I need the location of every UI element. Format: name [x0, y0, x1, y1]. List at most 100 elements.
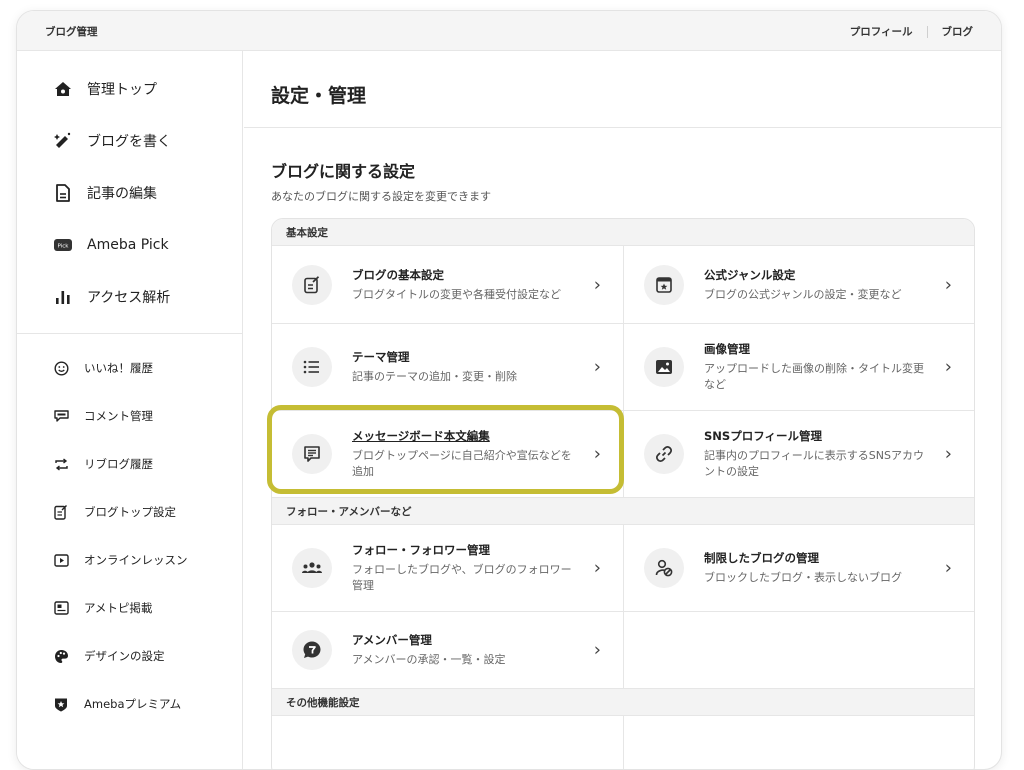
palette-icon — [53, 648, 69, 664]
sidebar-item-label: Ameba Pick — [87, 237, 169, 253]
sidebar-item-write[interactable]: ブログを書く — [17, 115, 242, 167]
card-title: 制限したブログの管理 — [704, 551, 819, 566]
reblog-icon — [53, 456, 69, 472]
top-links: プロフィール ブログ — [850, 24, 973, 39]
settings-row: ブログの基本設定 ブログタイトルの変更や各種受付設定など › 公式ジャンル設定 … — [272, 246, 974, 324]
sidebar-item-label: デザインの設定 — [84, 649, 165, 663]
sidebar-item-label: 管理トップ — [87, 82, 157, 98]
sidebar-item-edit-articles[interactable]: 記事の編集 — [17, 167, 242, 219]
sidebar-item-analytics[interactable]: アクセス解析 — [17, 271, 242, 323]
empty-cell — [623, 612, 974, 688]
chevron-right-icon: › — [593, 557, 601, 579]
sidebar-item-reblog[interactable]: リブログ履歴 — [17, 440, 242, 488]
sidebar-item-label: ブログを書く — [87, 134, 171, 150]
link-icon — [644, 434, 684, 474]
svg-text:Pick: Pick — [58, 244, 70, 250]
link-separator — [926, 25, 928, 38]
card-text: ブログの基本設定 ブログタイトルの変更や各種受付設定など — [352, 267, 582, 303]
card-title: ブログの基本設定 — [352, 267, 444, 282]
list-icon — [292, 347, 332, 387]
pick-badge-icon: Pick — [53, 235, 73, 255]
settings-row: フォロー・フォロワー管理 フォローしたブログや、ブログのフォロワー管理 › 制限… — [272, 525, 974, 612]
blog-link[interactable]: ブログ — [942, 24, 974, 39]
people-group-icon — [292, 548, 332, 588]
card-amember-management[interactable]: アメンバー管理 アメンバーの承認・一覧・設定 › — [272, 612, 623, 688]
sidebar-item-likes[interactable]: いいね！履歴 — [17, 344, 242, 392]
card-description: フォローしたブログや、ブログのフォロワー管理 — [352, 563, 572, 592]
card-restricted-blogs[interactable]: 制限したブログの管理 ブロックしたブログ・表示しないブログ › — [623, 525, 974, 611]
card-image-management[interactable]: 画像管理 アップロードした画像の削除・タイトル変更など › — [623, 324, 974, 410]
chevron-right-icon: › — [593, 274, 601, 295]
premium-shield-icon — [53, 696, 69, 712]
sidebar-divider — [17, 333, 242, 334]
card-text: 制限したブログの管理 ブロックしたブログ・表示しないブログ — [704, 550, 934, 586]
card-title: アメンバー管理 — [352, 633, 432, 648]
magic-pen-icon — [53, 131, 73, 151]
video-icon — [53, 552, 69, 568]
newspaper-icon — [53, 600, 69, 616]
sidebar-main-nav: 管理トップ ブログを書く 記事の編集 Pick Ameba Pick アクセス解… — [17, 51, 242, 323]
sidebar-item-label: 記事の編集 — [87, 186, 157, 202]
card-follow-management[interactable]: フォロー・フォロワー管理 フォローしたブログや、ブログのフォロワー管理 › — [272, 525, 623, 611]
card-sns-profile[interactable]: SNSプロフィール管理 記事内のプロフィールに表示するSNSアカウントの設定 › — [623, 411, 974, 497]
card-text: フォロー・フォロワー管理 フォローしたブログや、ブログのフォロワー管理 — [352, 542, 582, 594]
card-title: SNSプロフィール管理 — [704, 429, 822, 444]
image-icon — [644, 347, 684, 387]
card-placeholder[interactable] — [623, 716, 974, 769]
message-board-icon — [292, 434, 332, 474]
sidebar-item-online-lesson[interactable]: オンラインレッスン — [17, 536, 242, 584]
sidebar-item-ameba-pick[interactable]: Pick Ameba Pick — [17, 219, 242, 271]
bar-chart-icon — [53, 287, 73, 307]
card-official-genre[interactable]: 公式ジャンル設定 ブログの公式ジャンルの設定・変更など › — [623, 246, 974, 323]
card-description: アメンバーの承認・一覧・設定 — [352, 653, 506, 667]
sidebar-sub-nav: いいね！履歴 コメント管理 リブログ履歴 ブログトップ設定 オンラインレッスン … — [17, 344, 242, 728]
card-text: テーマ管理 記事のテーマの追加・変更・削除 — [352, 349, 582, 385]
settings-row — [272, 716, 974, 769]
chevron-right-icon: › — [944, 274, 952, 295]
settings-row: メッセージボード本文編集 ブログトップページに自己紹介や宣伝などを追加 › SN… — [272, 411, 974, 498]
card-blog-basic-settings[interactable]: ブログの基本設定 ブログタイトルの変更や各種受付設定など › — [272, 246, 623, 323]
user-block-icon — [644, 548, 684, 588]
sidebar-item-blog-top-settings[interactable]: ブログトップ設定 — [17, 488, 242, 536]
sidebar-item-ametopi[interactable]: アメトピ掲載 — [17, 584, 242, 632]
card-description: ブログタイトルの変更や各種受付設定など — [352, 287, 561, 301]
card-theme-management[interactable]: テーマ管理 記事のテーマの追加・変更・削除 › — [272, 324, 623, 410]
brand-title[interactable]: ブログ管理 — [45, 24, 98, 39]
comment-icon — [53, 408, 69, 424]
top-bar: ブログ管理 プロフィール ブログ — [17, 11, 1001, 51]
app-window: ブログ管理 プロフィール ブログ 管理トップ ブログを書く 記事の編集 Pick… — [16, 10, 1002, 770]
card-description: アップロードした画像の削除・タイトル変更など — [704, 362, 924, 391]
sidebar-item-label: Amebaプレミアム — [84, 697, 182, 711]
sidebar-item-comments[interactable]: コメント管理 — [17, 392, 242, 440]
card-placeholder[interactable] — [272, 716, 623, 769]
amember-badge-icon — [292, 630, 332, 670]
chevron-right-icon: › — [944, 356, 952, 378]
group-header-basic: 基本設定 — [272, 219, 974, 246]
main-content: 設定・管理 ブログに関する設定 あなたのブログに関する設定を変更できます 基本設… — [244, 51, 1001, 769]
chevron-right-icon: › — [944, 557, 952, 579]
card-description: ブログの公式ジャンルの設定・変更など — [704, 287, 902, 301]
card-title: 公式ジャンル設定 — [704, 267, 796, 282]
card-message-board-edit[interactable]: メッセージボード本文編集 ブログトップページに自己紹介や宣伝などを追加 › — [272, 411, 623, 497]
document-icon — [53, 183, 73, 203]
edit-doc-icon — [53, 504, 69, 520]
card-description: 記事内のプロフィールに表示するSNSアカウントの設定 — [704, 449, 924, 478]
sidebar-item-design-settings[interactable]: デザインの設定 — [17, 632, 242, 680]
card-description: ブログトップページに自己紹介や宣伝などを追加 — [352, 449, 572, 478]
sidebar-item-label: アクセス解析 — [87, 290, 171, 306]
profile-link[interactable]: プロフィール — [850, 24, 913, 39]
chevron-right-icon: › — [593, 356, 601, 378]
title-divider — [244, 127, 1001, 128]
page-title: 設定・管理 — [271, 85, 367, 107]
sidebar: 管理トップ ブログを書く 記事の編集 Pick Ameba Pick アクセス解… — [17, 51, 243, 769]
sidebar-item-label: オンラインレッスン — [84, 553, 188, 567]
sidebar-item-label: コメント管理 — [84, 409, 153, 423]
sidebar-item-premium[interactable]: Amebaプレミアム — [17, 680, 242, 728]
sidebar-item-label: アメトピ掲載 — [84, 601, 153, 615]
card-text: アメンバー管理 アメンバーの承認・一覧・設定 — [352, 632, 582, 668]
sidebar-item-label: ブログトップ設定 — [84, 505, 176, 519]
card-text: SNSプロフィール管理 記事内のプロフィールに表示するSNSアカウントの設定 — [704, 428, 934, 480]
sidebar-item-dashboard[interactable]: 管理トップ — [17, 63, 242, 115]
section-description: あなたのブログに関する設定を変更できます — [271, 190, 491, 203]
card-description: 記事のテーマの追加・変更・削除 — [352, 370, 517, 384]
